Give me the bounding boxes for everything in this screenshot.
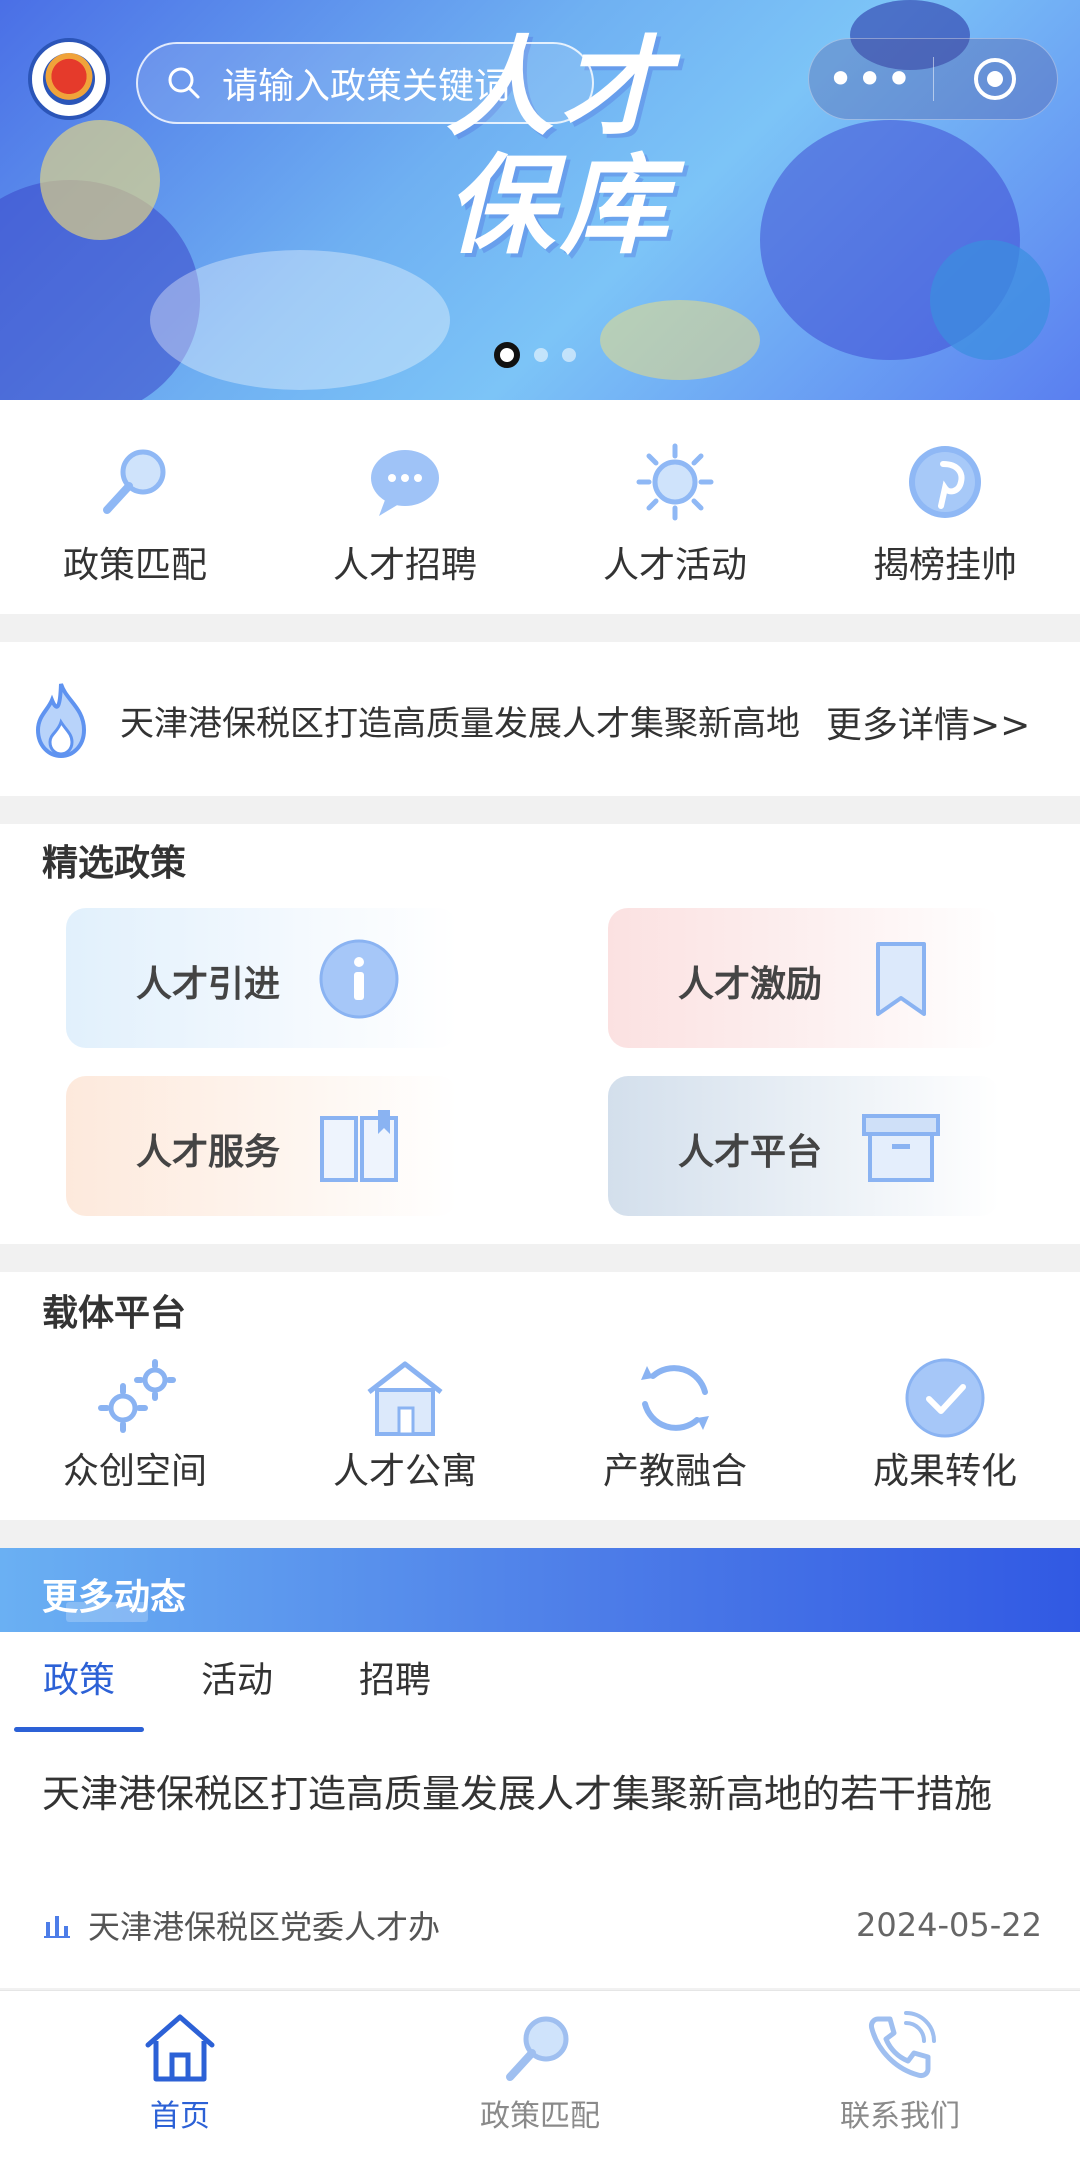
archive-box-icon [862, 1114, 940, 1182]
carrier-item-label: 众创空间 [62, 1451, 207, 1492]
carrier-item-achievement-transfer[interactable]: 成果转化 [810, 1356, 1080, 1494]
carrier-item-talent-apartment[interactable]: 人才公寓 [270, 1356, 540, 1494]
quick-nav-label: 人才活动 [602, 545, 747, 586]
carousel-indicator [494, 342, 576, 368]
policy-card-talent-incentive[interactable]: 人才激励 [608, 908, 1000, 1048]
dynamics-section: 政策 活动 招聘 天津港保税区打造高质量发展人才集聚新高地的若干措施 天津港保税… [0, 1632, 1080, 1988]
policy-card-label: 人才平台 [678, 1132, 823, 1173]
magnifier-icon [506, 2016, 569, 2081]
section-title: 更多动态 [42, 1568, 186, 1622]
carrier-item-label: 成果转化 [872, 1451, 1017, 1492]
carrier-item-industry-education[interactable]: 产教融合 [540, 1356, 810, 1494]
tab-activity[interactable]: 活动 [158, 1632, 316, 1732]
search-icon [168, 67, 200, 99]
pager-dot-1[interactable] [494, 342, 520, 368]
tabbar-policy-match[interactable]: 政策匹配 [360, 1991, 720, 2160]
quick-nav-talent-activity[interactable]: 人才活动 [540, 400, 810, 614]
news-item-title[interactable]: 天津港保税区打造高质量发展人才集聚新高地的若干措施 [42, 1762, 1042, 1826]
fire-icon [35, 683, 87, 758]
magnifier-icon [103, 449, 166, 514]
target-icon [974, 58, 1017, 100]
close-miniprogram-button[interactable] [934, 55, 1058, 103]
org-logo [28, 38, 110, 120]
quick-nav-label: 政策匹配 [62, 545, 207, 586]
news-date: 2024-05-22 [856, 1906, 1042, 1944]
sun-icon [636, 443, 714, 521]
quick-nav-label: 人才招聘 [332, 545, 477, 586]
tabbar-contact[interactable]: 联系我们 [720, 1991, 1080, 2160]
policy-card-label: 人才服务 [136, 1132, 281, 1173]
carrier-item-maker-space[interactable]: 众创空间 [0, 1356, 270, 1494]
policy-card-label: 人才激励 [678, 964, 823, 1005]
tab-policy[interactable]: 政策 [0, 1632, 158, 1732]
house-icon [367, 1361, 443, 1436]
policy-card-talent-platform[interactable]: 人才平台 [608, 1076, 1000, 1216]
pager-dot-2[interactable] [534, 348, 548, 362]
banner-carousel[interactable]: 人才 保库 请输入政策关键词 ••• [0, 0, 1080, 400]
dynamics-tabs: 政策 活动 招聘 [0, 1632, 1080, 1732]
dynamics-header: 更多动态 [0, 1548, 1080, 1632]
refresh-circle-icon [641, 1365, 709, 1431]
quick-nav-open-challenge[interactable]: 揭榜挂帅 [810, 400, 1080, 614]
check-circle-icon [905, 1358, 985, 1438]
phone-icon [869, 2011, 936, 2078]
book-icon [320, 1110, 398, 1182]
banner-title-line2: 保库 [445, 144, 674, 269]
carrier-platform-section: 载体平台 众创空间 人才公寓 产教融合 成果转化 [0, 1272, 1080, 1520]
carrier-item-label: 人才公寓 [332, 1451, 477, 1492]
info-icon [319, 939, 399, 1019]
policy-card-label: 人才引进 [136, 964, 281, 1005]
tabbar-home[interactable]: 首页 [0, 1991, 360, 2160]
chat-bubble-icon [371, 450, 439, 516]
section-title: 精选政策 [42, 834, 186, 888]
carrier-item-label: 产教融合 [602, 1451, 747, 1492]
bottom-tab-bar: 首页 政策匹配 联系我们 [0, 1990, 1080, 2160]
miniprogram-capsule: ••• [808, 38, 1058, 120]
notice-bar[interactable]: 天津港保税区打造高质量发展人才集聚新高地 更多详情>> [0, 642, 1080, 796]
tabbar-label: 政策匹配 [480, 2099, 600, 2134]
quick-nav: 政策匹配 人才招聘 人才活动 揭榜挂帅 [0, 400, 1080, 614]
news-source: 天津港保税区党委人才办 [88, 1908, 441, 1946]
section-title: 载体平台 [42, 1284, 186, 1338]
policy-card-talent-introduction[interactable]: 人才引进 [66, 908, 458, 1048]
tabbar-label: 首页 [150, 2099, 210, 2134]
tabbar-label: 联系我们 [840, 2099, 960, 2134]
quick-nav-policy-match[interactable]: 政策匹配 [0, 400, 270, 614]
home-icon [145, 2014, 215, 2082]
search-input[interactable]: 请输入政策关键词 [136, 42, 594, 124]
notice-text: 天津港保税区打造高质量发展人才集聚新高地 [120, 704, 800, 744]
news-item-meta: 天津港保税区党委人才办 2024-05-22 [42, 1902, 1042, 1948]
selected-policy-section: 精选政策 人才引进 人才激励 人才服务 人才平台 [0, 824, 1080, 1244]
policy-card-talent-service[interactable]: 人才服务 [66, 1076, 458, 1216]
pinterest-icon [909, 446, 981, 518]
quick-nav-talent-recruit[interactable]: 人才招聘 [270, 400, 540, 614]
quick-nav-label: 揭榜挂帅 [872, 545, 1017, 586]
notice-more-link[interactable]: 更多详情>> [826, 696, 1030, 748]
bookmark-icon [876, 942, 926, 1016]
gears-icon [98, 1359, 176, 1433]
tab-recruit[interactable]: 招聘 [316, 1632, 474, 1732]
pager-dot-3[interactable] [562, 348, 576, 362]
search-placeholder: 请输入政策关键词 [222, 66, 511, 107]
more-menu-button[interactable]: ••• [809, 38, 933, 120]
bar-chart-icon [44, 1916, 70, 1938]
